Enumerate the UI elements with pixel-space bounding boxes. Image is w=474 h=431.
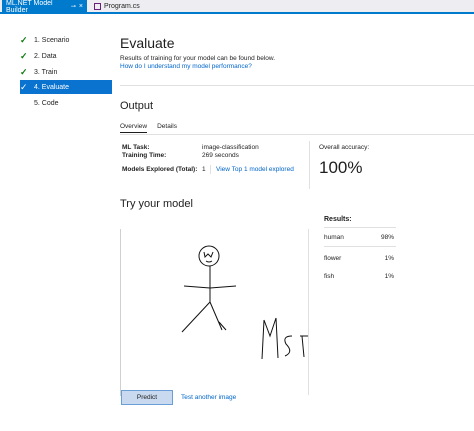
- close-icon[interactable]: ×: [79, 3, 83, 10]
- try-model-heading: Try your model: [120, 198, 193, 210]
- separator: [210, 165, 211, 174]
- sidebar-item-label: 3. Train: [34, 68, 58, 76]
- stick-figure-drawing: [181, 245, 308, 360]
- output-heading: Output: [120, 100, 154, 112]
- result-row: fish 1%: [324, 269, 394, 283]
- pin-icon[interactable]: ⊸: [71, 3, 76, 10]
- tab-model-builder[interactable]: ML.NET Model Builder ⊸ ×: [2, 0, 87, 14]
- result-label: fish: [324, 272, 335, 280]
- accuracy-value: 100%: [319, 158, 363, 177]
- separator: [309, 141, 310, 189]
- training-time-value: 269 seconds: [202, 152, 239, 159]
- check-icon: ✓: [20, 81, 28, 92]
- wizard-sidebar: ✓ 1. Scenario ✓ 2. Data ✓ 3. Train ✓ 4. …: [0, 16, 112, 431]
- ml-task-value: image-classification: [202, 144, 259, 151]
- sidebar-item-evaluate[interactable]: ✓ 4. Evaluate: [20, 80, 112, 94]
- divider: [324, 246, 396, 247]
- divider: [120, 85, 474, 86]
- image-border: [120, 229, 121, 396]
- divider: [120, 134, 474, 135]
- result-value: 1%: [384, 254, 394, 262]
- sidebar-item-code[interactable]: 5. Code: [20, 96, 112, 110]
- sidebar-item-label: 4. Evaluate: [34, 83, 70, 91]
- sidebar-item-scenario[interactable]: ✓ 1. Scenario: [20, 33, 112, 47]
- view-models-link[interactable]: View Top 1 model explored: [216, 166, 294, 173]
- divider: [324, 227, 396, 228]
- sidebar-item-train[interactable]: ✓ 3. Train: [20, 65, 112, 79]
- result-label: human: [324, 233, 344, 241]
- evaluate-panel: Evaluate Results of training for your mo…: [112, 16, 474, 431]
- csharp-file-icon: [94, 3, 101, 10]
- models-explored-label: Models Explored (Total):: [122, 166, 198, 173]
- sidebar-item-label: 2. Data: [34, 52, 57, 60]
- predict-button[interactable]: Predict: [121, 390, 173, 405]
- tab-program-cs[interactable]: Program.cs: [90, 0, 150, 13]
- page-description: Results of training for your model can b…: [120, 55, 276, 62]
- sidebar-item-label: 1. Scenario: [34, 36, 70, 44]
- tab-overview[interactable]: Overview: [120, 123, 148, 133]
- result-label: flower: [324, 254, 342, 262]
- help-link[interactable]: How do I understand my model performance…: [120, 63, 252, 70]
- result-value: 1%: [384, 272, 394, 280]
- tab-details[interactable]: Details: [157, 123, 177, 133]
- ml-task-label: ML Task:: [122, 144, 150, 151]
- test-another-image-link[interactable]: Test another image: [181, 394, 236, 401]
- result-row: flower 1%: [324, 251, 394, 265]
- output-tabs: Overview Details: [120, 123, 177, 133]
- tab-label: Program.cs: [104, 3, 140, 10]
- check-icon: ✓: [20, 66, 28, 77]
- sidebar-item-label: 5. Code: [34, 99, 59, 107]
- check-icon: ✓: [20, 34, 28, 45]
- test-image: [122, 230, 308, 395]
- page-title: Evaluate: [120, 35, 175, 51]
- tab-label: ML.NET Model Builder: [6, 0, 53, 14]
- result-value: 98%: [380, 233, 394, 241]
- training-time-label: Training Time:: [122, 152, 167, 159]
- models-explored-value: 1: [202, 166, 206, 173]
- results-title: Results:: [324, 216, 352, 223]
- separator: [308, 229, 309, 395]
- check-icon: ✓: [20, 50, 28, 61]
- document-tab-bar: ML.NET Model Builder ⊸ × Program.cs: [0, 0, 474, 14]
- accuracy-label: Overall accuracy:: [319, 144, 370, 151]
- sidebar-item-data[interactable]: ✓ 2. Data: [20, 49, 112, 63]
- result-row: human 98%: [324, 230, 394, 244]
